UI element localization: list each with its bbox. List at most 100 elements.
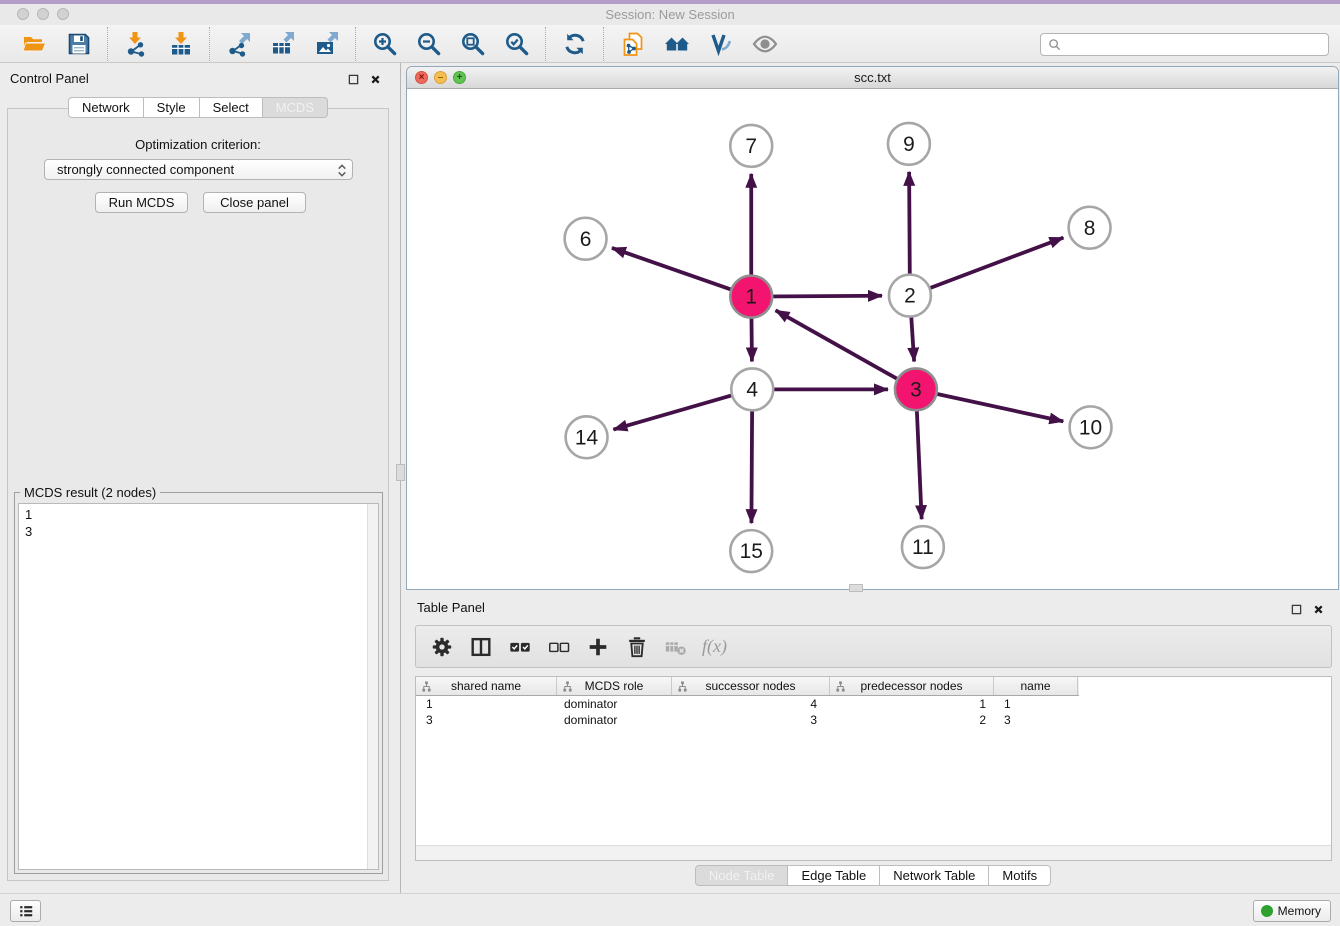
open-session-button[interactable] — [21, 30, 48, 57]
result-scrollbar[interactable] — [367, 504, 378, 869]
window-title: Session: New Session — [0, 7, 1340, 22]
gear-button[interactable] — [428, 633, 455, 660]
add-column-button[interactable] — [584, 633, 611, 660]
network-canvas[interactable]: 7968124314101511 — [407, 89, 1338, 589]
float-panel-icon[interactable] — [346, 72, 360, 86]
table-float-panel-icon[interactable] — [1289, 602, 1303, 616]
table-toolbar: f(x) — [415, 625, 1332, 668]
horizontal-splitter-handle[interactable] — [849, 584, 863, 592]
search-box[interactable] — [1040, 33, 1329, 56]
table-panel-title: Table Panel — [417, 600, 485, 615]
control-panel-title: Control Panel — [10, 71, 89, 86]
network-graph[interactable]: 7968124314101511 — [407, 89, 1338, 589]
tab-node-table[interactable]: Node Table — [695, 865, 789, 886]
graph-edge-3-1[interactable] — [776, 310, 916, 389]
network-window-title: scc.txt — [407, 67, 1338, 88]
tab-network-table[interactable]: Network Table — [880, 865, 989, 886]
graph-node-label: 15 — [740, 540, 763, 563]
tab-edge-table[interactable]: Edge Table — [788, 865, 880, 886]
table-row[interactable]: 3dominator323 — [416, 712, 1331, 728]
vertical-splitter-handle[interactable] — [396, 464, 405, 481]
show-all-networks-button[interactable] — [663, 30, 690, 57]
table-cell: 3 — [416, 713, 557, 727]
zoom-in-button[interactable] — [371, 30, 398, 57]
column-header-MCDS-role[interactable]: MCDS role — [557, 677, 672, 695]
memory-button[interactable]: Memory — [1253, 900, 1331, 922]
function-builder-icon: f(x) — [702, 636, 727, 657]
close-panel-icon[interactable] — [368, 72, 382, 86]
delete-table-button — [662, 633, 689, 660]
export-table-button[interactable] — [269, 30, 296, 57]
save-session-button[interactable] — [65, 30, 92, 57]
tab-motifs[interactable]: Motifs — [989, 865, 1051, 886]
table-row[interactable]: 1dominator411 — [416, 696, 1331, 712]
table-panel-tabs: Node TableEdge TableNetwork TableMotifs — [406, 865, 1340, 886]
graph-node-label: 2 — [904, 285, 916, 308]
select-all-button[interactable] — [506, 633, 533, 660]
memory-button-label: Memory — [1278, 904, 1321, 918]
optimization-criterion-select[interactable]: strongly connected component — [44, 159, 353, 180]
table-close-panel-icon[interactable] — [1311, 602, 1325, 616]
close-panel-button[interactable]: Close panel — [203, 192, 306, 213]
node-table[interactable]: shared nameMCDS rolesuccessor nodesprede… — [415, 676, 1332, 861]
optimization-criterion-label: Optimization criterion: — [0, 137, 396, 152]
mcds-result-text[interactable]: 1 3 — [18, 503, 379, 870]
toolbar-group — [356, 30, 545, 57]
zoom-fit-button[interactable] — [459, 30, 486, 57]
hide-graphics-details-button[interactable] — [707, 30, 734, 57]
zoom-selected-button[interactable] — [503, 30, 530, 57]
table-cell: 3 — [994, 713, 1078, 727]
table-horizontal-scrollbar[interactable] — [416, 845, 1331, 860]
network-zoom-button[interactable]: + — [453, 71, 466, 84]
main-toolbar — [0, 25, 1340, 63]
clone-network-button[interactable] — [619, 30, 646, 57]
select-spinner-icon — [337, 163, 347, 181]
network-window-controls: × – + — [415, 71, 466, 84]
graph-edge-2-8[interactable] — [910, 238, 1063, 296]
tab-select[interactable]: Select — [200, 97, 263, 118]
refresh-button[interactable] — [561, 30, 588, 57]
column-header-successor-nodes[interactable]: successor nodes — [672, 677, 830, 695]
network-minimize-button[interactable]: – — [434, 71, 447, 84]
run-mcds-button[interactable]: Run MCDS — [95, 192, 188, 213]
export-image-button[interactable] — [313, 30, 340, 57]
toolbar-group — [6, 30, 107, 57]
main-toolbar-groups — [6, 27, 793, 61]
graph-node-label: 7 — [745, 135, 757, 158]
control-panel-tabs: NetworkStyleSelectMCDS — [0, 97, 396, 118]
tab-network[interactable]: Network — [68, 97, 144, 118]
column-header-shared-name[interactable]: shared name — [416, 677, 557, 695]
tab-style[interactable]: Style — [144, 97, 200, 118]
graph-node-label: 14 — [575, 426, 599, 449]
tab-mcds[interactable]: MCDS — [263, 97, 328, 118]
toolbar-group — [604, 30, 793, 57]
zoom-out-button[interactable] — [415, 30, 442, 57]
column-header-predecessor-nodes[interactable]: predecessor nodes — [830, 677, 994, 695]
table-panel: Table Panel f(x) shared nameMCDS rolesuc… — [406, 595, 1340, 893]
graph-node-label: 11 — [912, 536, 934, 559]
status-bar: Memory — [0, 893, 1340, 926]
table-cell: 3 — [672, 713, 830, 727]
search-input[interactable] — [1061, 38, 1328, 52]
import-network-button[interactable] — [123, 30, 150, 57]
application-window: Session: New Session Control Panel Netwo… — [0, 0, 1340, 926]
deselect-all-button[interactable] — [545, 633, 572, 660]
network-view-window: × – + scc.txt 7968124314101511 — [406, 66, 1339, 590]
graph-edge-3-10[interactable] — [916, 389, 1063, 421]
import-table-button[interactable] — [167, 30, 194, 57]
table-cell: 1 — [994, 697, 1078, 711]
column-header-name[interactable]: name — [994, 677, 1078, 695]
node-table-header: shared nameMCDS rolesuccessor nodesprede… — [416, 677, 1079, 696]
network-window-titlebar[interactable]: × – + scc.txt — [407, 67, 1338, 89]
delete-column-button[interactable] — [623, 633, 650, 660]
toolbar-group — [546, 30, 603, 57]
control-panel: Control Panel NetworkStyleSelectMCDS Opt… — [0, 63, 396, 893]
table-cell: 1 — [416, 697, 557, 711]
main-titlebar: Session: New Session — [0, 4, 1340, 25]
task-history-button[interactable] — [10, 900, 41, 922]
export-network-button[interactable] — [225, 30, 252, 57]
table-cell: dominator — [557, 697, 672, 711]
eye-disabled-button[interactable] — [751, 30, 778, 57]
network-close-button[interactable]: × — [415, 71, 428, 84]
split-columns-button[interactable] — [467, 633, 494, 660]
